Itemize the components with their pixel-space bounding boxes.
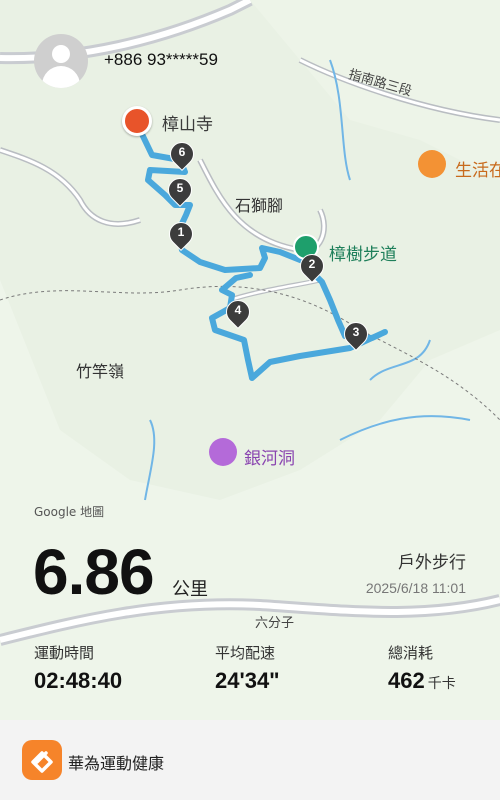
route-marker[interactable]: 3	[339, 317, 373, 351]
distance-unit: 公里	[172, 579, 208, 600]
metric-label-calories: 總消耗	[388, 644, 434, 662]
route-marker[interactable]: 1	[164, 217, 198, 251]
activity-type: 戶外步行	[398, 553, 466, 573]
cafe-icon[interactable]	[418, 150, 446, 178]
metric-value-pace: 24'34"	[215, 668, 280, 693]
metric-value-calories: 462 千卡	[388, 668, 456, 694]
calories-unit: 千卡	[427, 675, 456, 691]
start-flag-icon[interactable]	[122, 106, 152, 136]
avatar[interactable]	[34, 34, 88, 88]
activity-datetime: 2025/6/18 11:01	[365, 580, 466, 596]
route-marker[interactable]: 2	[295, 249, 329, 283]
huawei-health-logo-icon	[22, 740, 62, 780]
metric-label-pace: 平均配速	[215, 644, 276, 662]
place-label-zhuganling: 竹竿嶺	[76, 362, 125, 381]
app-name: 華為運動健康	[68, 754, 165, 773]
distance-value: 6.86	[33, 536, 155, 608]
poi-label-cafe[interactable]: 生活在	[455, 156, 500, 181]
user-phone: +886 93*****59	[104, 50, 218, 69]
calories-number: 462	[388, 668, 425, 693]
metric-value-duration: 02:48:40	[34, 668, 123, 693]
place-label-shishijiao: 石獅腳	[235, 196, 284, 215]
poi-label-cave[interactable]: 銀河洞	[244, 444, 295, 469]
route-marker[interactable]: 6	[165, 137, 199, 171]
poi-label-trail[interactable]: 樟樹步道	[329, 240, 397, 265]
route-marker[interactable]: 4	[221, 295, 255, 329]
route-marker[interactable]: 5	[163, 173, 197, 207]
map-attribution: Google 地圖	[34, 505, 105, 519]
poi-label-start[interactable]: 樟山寺	[162, 110, 213, 135]
camera-icon[interactable]	[209, 438, 237, 466]
metric-label-duration: 運動時間	[34, 644, 95, 662]
app-footer: 華為運動健康	[0, 720, 500, 800]
